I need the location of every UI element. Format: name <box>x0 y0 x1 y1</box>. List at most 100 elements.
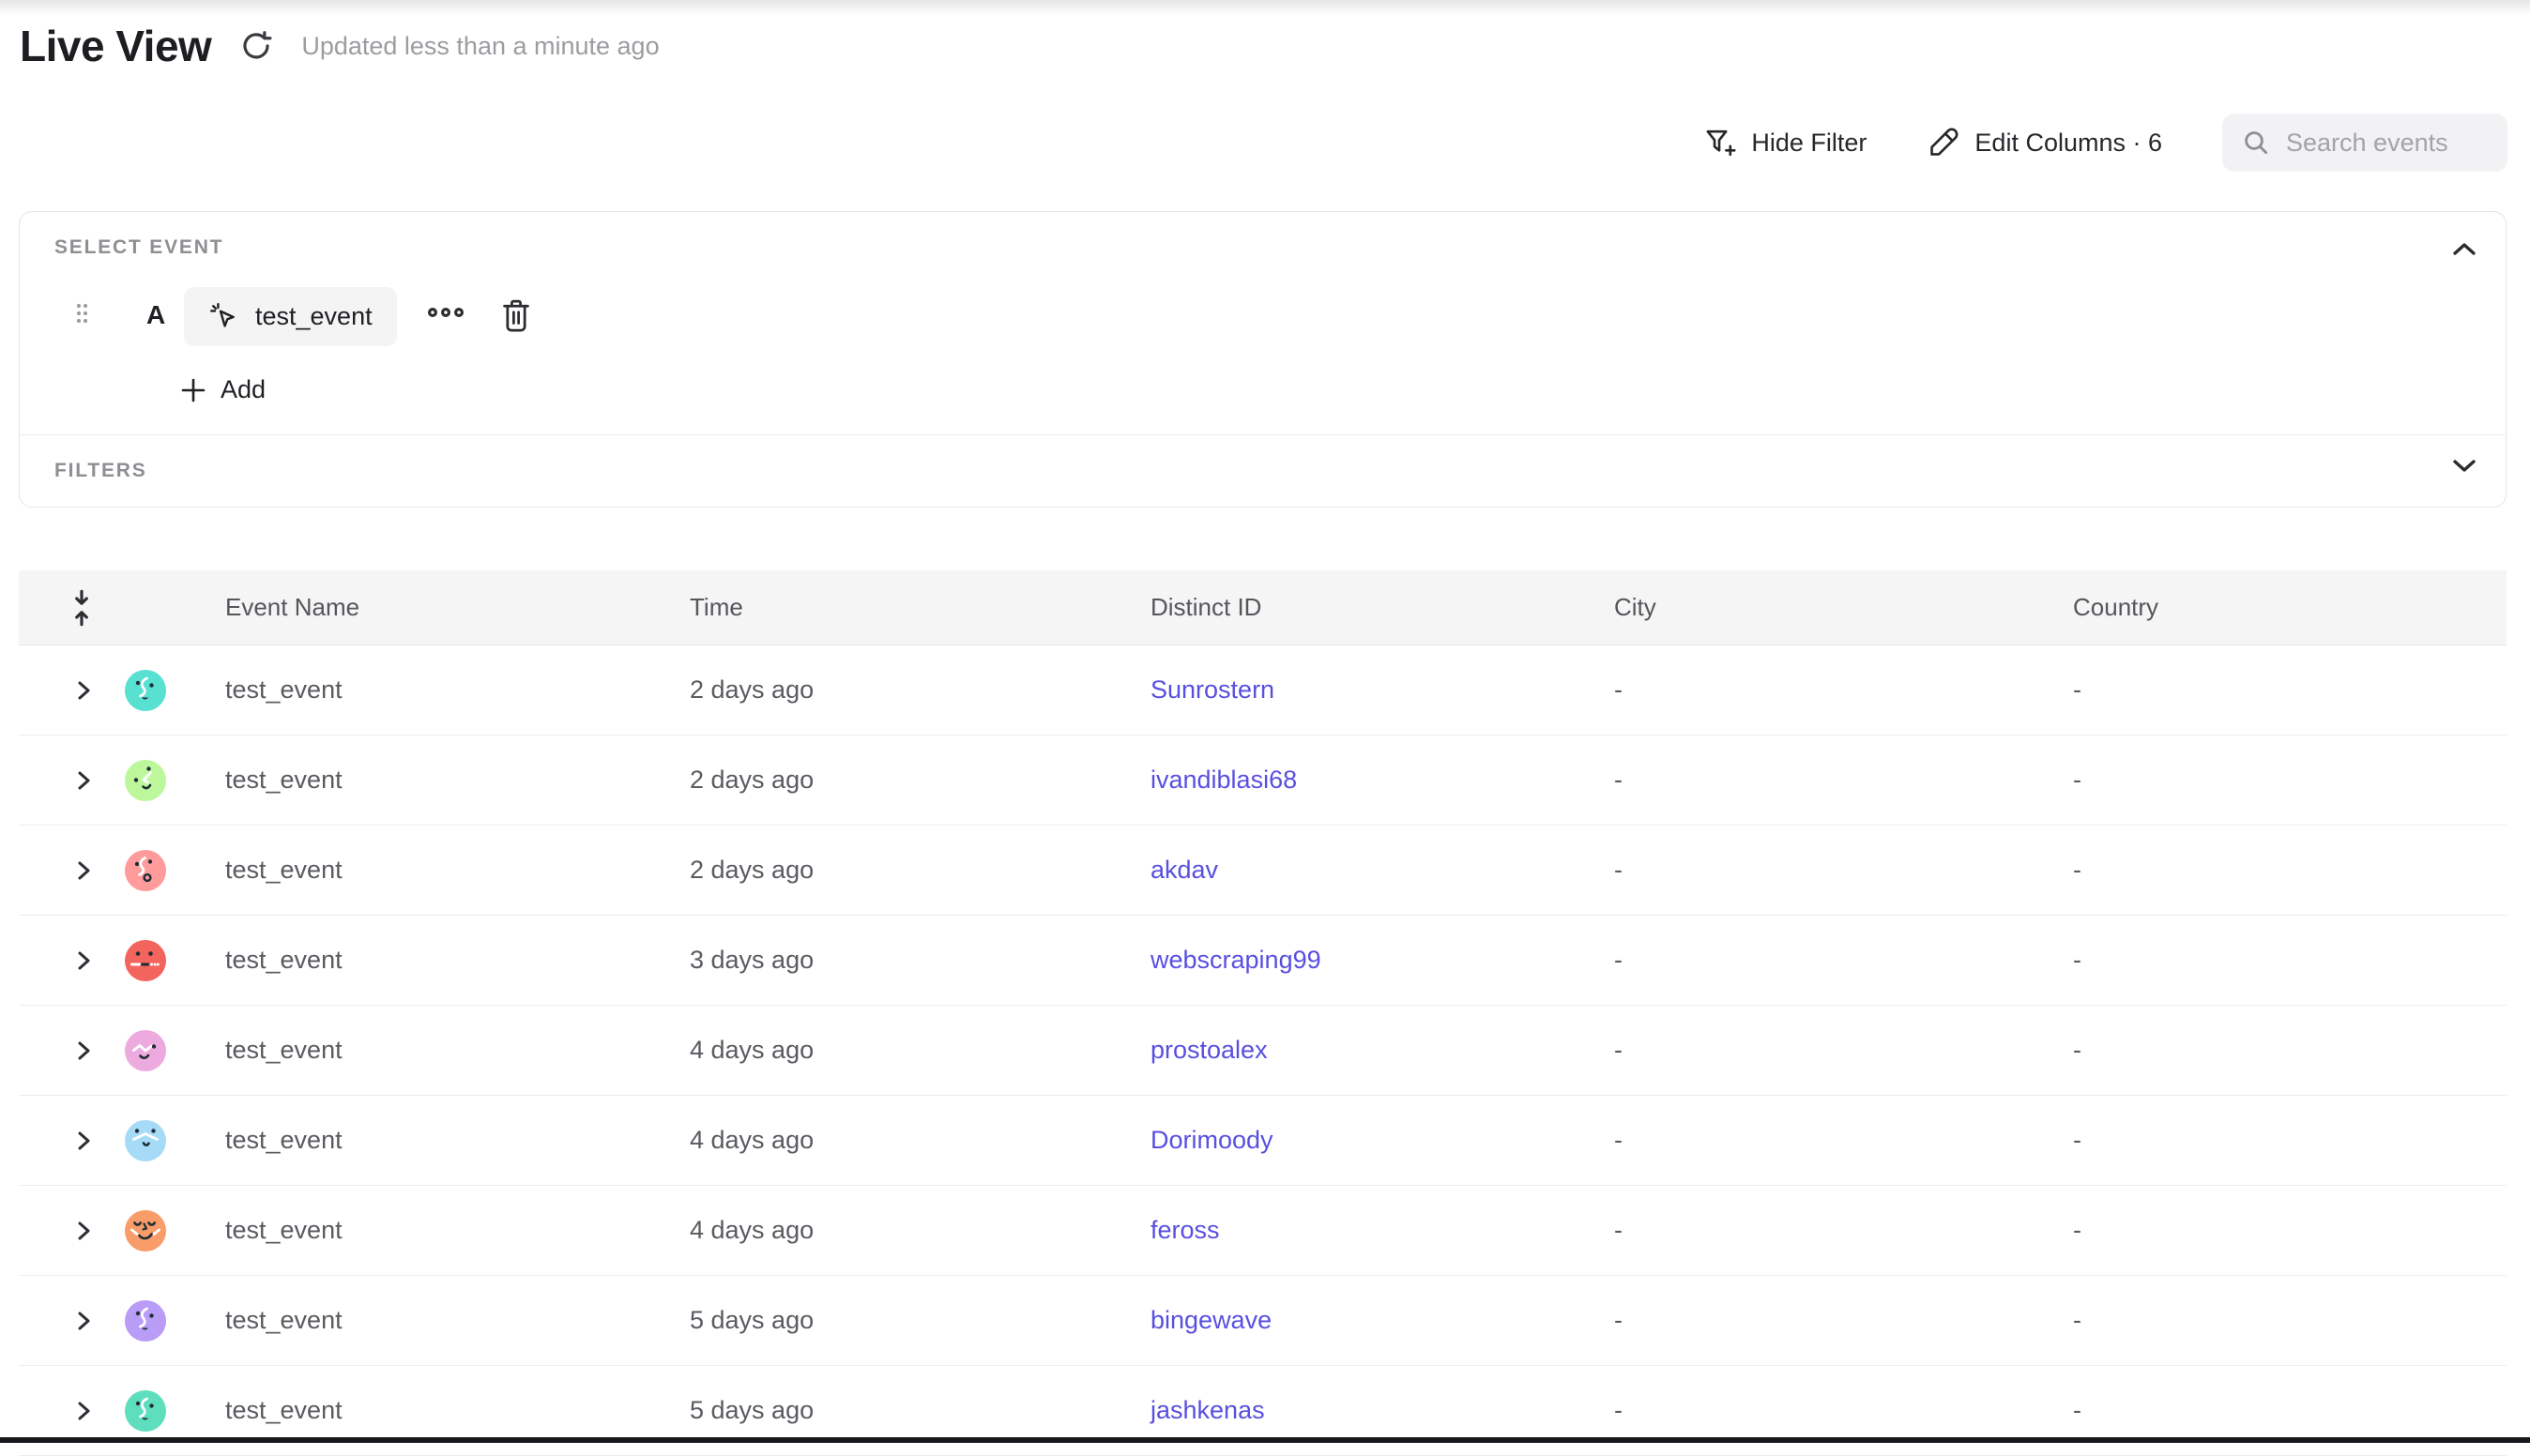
column-header-city[interactable]: City <box>1614 593 2073 622</box>
bottom-edge-bar <box>0 1437 2530 1443</box>
event-name-cell: test_event <box>225 1036 690 1065</box>
distinct-id-link[interactable]: feross <box>1151 1216 1220 1244</box>
hide-filter-button[interactable]: Hide Filter <box>1703 126 1867 159</box>
search-input[interactable] <box>2286 129 2492 158</box>
add-event-button[interactable]: Add <box>179 375 266 404</box>
expand-row-icon[interactable] <box>73 679 94 702</box>
user-avatar <box>125 940 166 981</box>
table-row[interactable]: test_event 4 days ago prostoalex - - <box>19 1006 2507 1096</box>
country-cell: - <box>2073 675 2507 705</box>
country-cell: - <box>2073 1216 2507 1245</box>
table-row[interactable]: test_event 4 days ago feross - - <box>19 1186 2507 1276</box>
time-cell: 2 days ago <box>690 856 1151 885</box>
country-cell: - <box>2073 1396 2507 1425</box>
table-row[interactable]: test_event 3 days ago webscraping99 - - <box>19 916 2507 1006</box>
edit-columns-button[interactable]: Edit Columns · 6 <box>1927 126 2162 159</box>
more-options-button[interactable] <box>426 306 465 324</box>
city-cell: - <box>1614 1126 2073 1155</box>
event-name-cell: test_event <box>225 856 690 885</box>
expand-row-icon[interactable] <box>73 1130 94 1152</box>
expand-row-icon[interactable] <box>73 859 94 882</box>
event-query-row: A test_event <box>20 287 2506 347</box>
distinct-id-link[interactable]: ivandiblasi68 <box>1151 766 1297 794</box>
user-avatar <box>125 670 166 711</box>
drag-handle-icon[interactable] <box>74 298 90 341</box>
user-avatar <box>125 850 166 891</box>
distinct-id-link[interactable]: Dorimoody <box>1151 1126 1273 1154</box>
page-header: Live View Updated less than a minute ago <box>20 21 660 71</box>
distinct-id-link[interactable]: Sunrostern <box>1151 675 1274 704</box>
add-label: Add <box>221 375 266 404</box>
country-cell: - <box>2073 1036 2507 1065</box>
time-cell: 4 days ago <box>690 1216 1151 1245</box>
filters-section[interactable]: FILTERS <box>20 434 2506 507</box>
expand-row-icon[interactable] <box>73 769 94 792</box>
city-cell: - <box>1614 946 2073 975</box>
time-cell: 2 days ago <box>690 675 1151 705</box>
table-row[interactable]: test_event 5 days ago bingewave - - <box>19 1276 2507 1366</box>
table-row[interactable]: test_event 4 days ago Dorimoody - - <box>19 1096 2507 1186</box>
country-cell: - <box>2073 766 2507 795</box>
filter-plus-icon <box>1703 126 1737 159</box>
expand-row-icon[interactable] <box>73 1400 94 1422</box>
search-box[interactable] <box>2222 114 2507 172</box>
select-event-section: SELECT EVENT A <box>20 212 2506 434</box>
event-name-cell: test_event <box>225 1306 690 1335</box>
distinct-id-link[interactable]: jashkenas <box>1151 1396 1265 1424</box>
toolbar: Hide Filter Edit Columns · 6 <box>1703 113 2507 173</box>
user-avatar <box>125 1300 166 1342</box>
column-header-country[interactable]: Country <box>2073 593 2507 622</box>
user-avatar <box>125 760 166 801</box>
country-cell: - <box>2073 946 2507 975</box>
page-title: Live View <box>20 21 211 71</box>
delete-event-button[interactable] <box>500 296 532 339</box>
table-row[interactable]: test_event 2 days ago akdav - - <box>19 826 2507 916</box>
event-name-cell: test_event <box>225 675 690 705</box>
distinct-id-link[interactable]: webscraping99 <box>1151 946 1321 974</box>
select-event-label: SELECT EVENT <box>54 236 223 259</box>
table-body: test_event 2 days ago Sunrostern - - tes… <box>19 645 2507 1456</box>
event-name-cell: test_event <box>225 1126 690 1155</box>
distinct-id-link[interactable]: bingewave <box>1151 1306 1272 1334</box>
column-header-time[interactable]: Time <box>690 593 1151 622</box>
time-cell: 4 days ago <box>690 1036 1151 1065</box>
expand-row-icon[interactable] <box>73 1220 94 1242</box>
time-cell: 2 days ago <box>690 766 1151 795</box>
table-row[interactable]: test_event 2 days ago Sunrostern - - <box>19 645 2507 736</box>
user-avatar <box>125 1120 166 1161</box>
table-row[interactable]: test_event 2 days ago ivandiblasi68 - - <box>19 736 2507 826</box>
user-avatar <box>125 1210 166 1251</box>
expand-section-icon[interactable] <box>2449 456 2479 479</box>
city-cell: - <box>1614 766 2073 795</box>
distinct-id-link[interactable]: prostoalex <box>1151 1036 1268 1064</box>
distinct-id-link[interactable]: akdav <box>1151 856 1218 884</box>
collapse-section-icon[interactable] <box>2449 240 2479 264</box>
time-cell: 3 days ago <box>690 946 1151 975</box>
time-cell: 4 days ago <box>690 1126 1151 1155</box>
country-cell: - <box>2073 1306 2507 1335</box>
refresh-icon <box>238 28 274 64</box>
city-cell: - <box>1614 1216 2073 1245</box>
expand-row-icon[interactable] <box>73 1039 94 1062</box>
time-cell: 5 days ago <box>690 1396 1151 1425</box>
selected-event-chip[interactable]: test_event <box>184 287 397 346</box>
refresh-button[interactable] <box>236 25 277 67</box>
hide-filter-label: Hide Filter <box>1751 129 1867 158</box>
expand-row-icon[interactable] <box>73 1310 94 1332</box>
user-avatar <box>125 1030 166 1071</box>
cursor-click-icon <box>208 301 240 333</box>
country-cell: - <box>2073 856 2507 885</box>
table-header-row: Event Name Time Distinct ID City Country <box>19 570 2507 645</box>
collapse-vertical-icon <box>70 589 93 627</box>
event-name-cell: test_event <box>225 1396 690 1425</box>
collapse-rows-button[interactable] <box>70 589 225 627</box>
selected-event-label: test_event <box>255 302 373 331</box>
search-icon <box>2241 128 2271 158</box>
expand-row-icon[interactable] <box>73 949 94 972</box>
plus-icon <box>179 376 207 404</box>
column-header-event-name[interactable]: Event Name <box>225 593 690 622</box>
edit-columns-label: Edit Columns · 6 <box>1974 129 2162 158</box>
column-header-distinct-id[interactable]: Distinct ID <box>1151 593 1614 622</box>
updated-status: Updated less than a minute ago <box>301 32 659 61</box>
country-cell: - <box>2073 1126 2507 1155</box>
